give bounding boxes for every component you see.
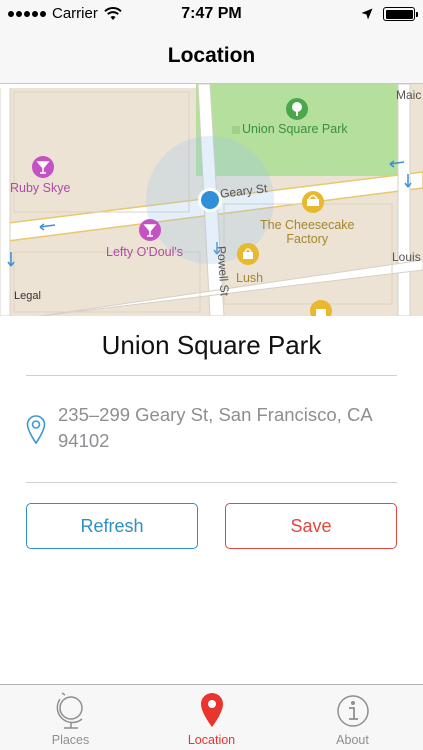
save-button[interactable]: Save (225, 503, 397, 549)
tab-label: Location (187, 733, 236, 747)
map-label-lush: Lush (236, 271, 264, 285)
address-row: 235–299 Geary St, San Francisco, CA 9410… (26, 402, 397, 454)
page-title: Location (167, 44, 256, 67)
place-address: 235–299 Geary St, San Francisco, CA 9410… (58, 404, 372, 451)
map-label-maiden: Maic (396, 88, 422, 102)
globe-icon (56, 692, 83, 729)
map-graphics (0, 84, 423, 316)
tab-places[interactable]: Places (0, 685, 141, 750)
tab-bar: Places Location About (0, 684, 423, 750)
map-view[interactable]: Union Square Park Ruby Skye Lefty O'Doul… (0, 84, 423, 316)
location-pin-icon (26, 415, 46, 445)
map-legal-link[interactable]: Legal (14, 290, 41, 302)
map-label-louis: Louis (392, 250, 421, 264)
info-icon (336, 695, 369, 727)
divider (26, 375, 397, 376)
location-services-icon (361, 8, 373, 20)
tab-label: About (336, 733, 369, 747)
map-label-union-square-park: Union Square Park (242, 122, 348, 136)
tab-label: Places (51, 733, 90, 747)
map-label-cheesecake-factory: The Cheesecake Factory (260, 218, 355, 246)
tab-about[interactable]: About (282, 685, 423, 750)
tab-location[interactable]: Location (141, 685, 282, 750)
divider (26, 482, 397, 483)
battery-icon (383, 7, 418, 21)
map-label-lefty-odouls: Lefty O'Doul's (106, 245, 184, 259)
refresh-button[interactable]: Refresh (26, 503, 198, 549)
status-time: 7:47 PM (181, 5, 242, 22)
map-label-ruby-skye: Ruby Skye (10, 181, 71, 195)
status-bar: Carrier 7:47 PM (0, 0, 423, 28)
map-pin-icon (200, 693, 223, 727)
place-name: Union Square Park (101, 330, 322, 360)
navigation-bar: Location (0, 28, 423, 84)
